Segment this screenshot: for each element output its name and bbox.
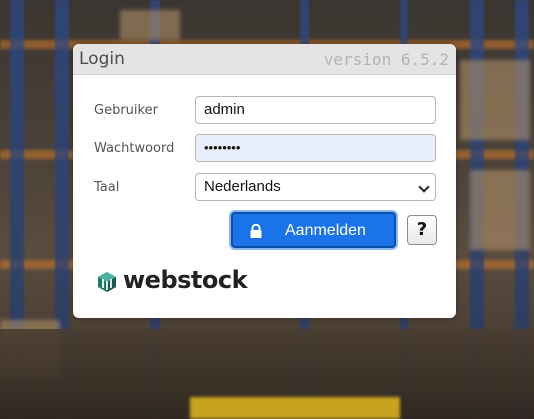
language-select[interactable]: Nederlands bbox=[195, 173, 436, 201]
language-select-value: Nederlands bbox=[204, 178, 281, 195]
password-row: Wachtwoord •••••••• bbox=[73, 134, 456, 164]
shelf-box bbox=[460, 60, 530, 140]
shelf-box bbox=[470, 170, 530, 250]
chevron-down-icon bbox=[418, 181, 430, 193]
language-label: Taal bbox=[94, 180, 120, 195]
password-input[interactable]: •••••••• bbox=[195, 134, 436, 162]
login-button[interactable]: Aanmelden bbox=[231, 212, 396, 248]
language-row: Taal Nederlands bbox=[73, 173, 456, 203]
username-input[interactable]: admin bbox=[195, 96, 436, 124]
dialog-header: Login version 6.5.2 bbox=[73, 44, 456, 75]
version-label: version 6.5.2 bbox=[323, 50, 449, 69]
login-dialog: Login version 6.5.2 Gebruiker admin Wach… bbox=[73, 44, 456, 318]
user-label: Gebruiker bbox=[94, 103, 158, 118]
login-button-label: Aanmelden bbox=[285, 222, 366, 239]
help-button[interactable]: ? bbox=[407, 215, 437, 245]
dialog-title: Login bbox=[79, 49, 125, 69]
shelf-box bbox=[120, 10, 180, 40]
brand-name: webstock bbox=[123, 266, 248, 294]
lock-icon bbox=[250, 224, 262, 238]
webstock-logo-icon bbox=[98, 272, 116, 292]
user-row: Gebruiker admin bbox=[73, 96, 456, 126]
password-label: Wachtwoord bbox=[94, 141, 175, 156]
yellow-machine bbox=[190, 397, 400, 419]
